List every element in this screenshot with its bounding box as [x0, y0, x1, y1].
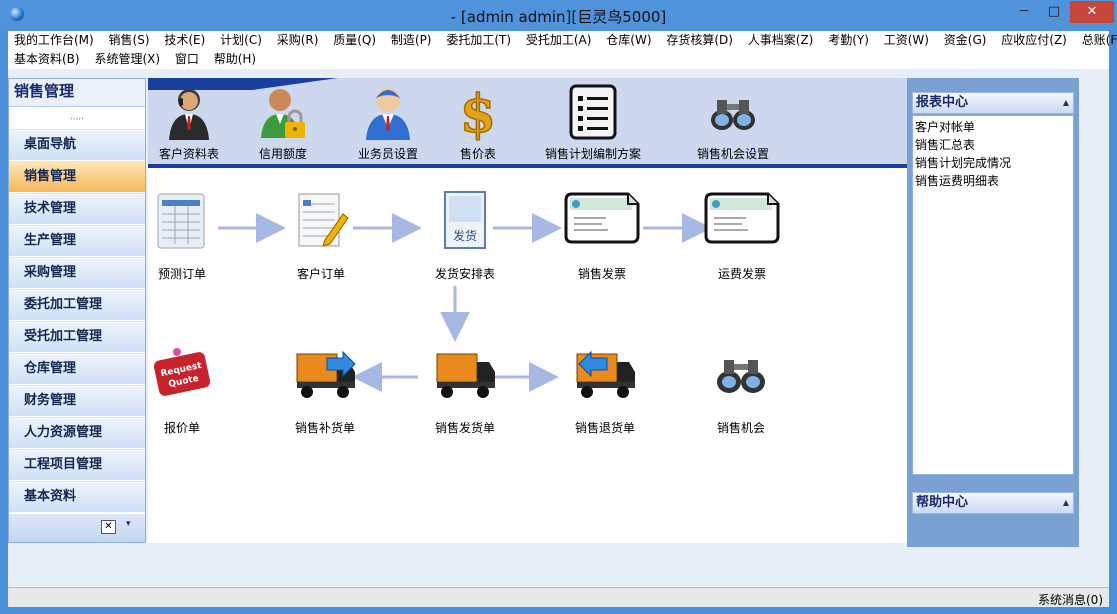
menu-general-ledger[interactable]: 总账(F)	[1082, 31, 1117, 50]
flow-shipping-schedule[interactable]: 发货 发货安排表	[420, 190, 510, 282]
sidebar-item-production[interactable]: 生产管理	[9, 225, 145, 257]
sidebar-item-sales[interactable]: 销售管理	[9, 161, 145, 193]
flow-forecast-order[interactable]: 预测订单	[137, 190, 227, 282]
flow-label: 销售发货单	[434, 421, 495, 435]
shipping-book-text: 发货	[453, 228, 477, 243]
sidebar: 销售管理 ʻʻʻʻʻ 桌面导航 销售管理 技术管理 生产管理 采购管理 委托加工…	[8, 78, 146, 543]
menu-purchase[interactable]: 采购(R)	[277, 31, 319, 50]
shipping-book-icon: 发货	[444, 191, 486, 249]
menu-row-1: 我的工作台(M) 销售(S) 技术(E) 计划(C) 采购(R) 质量(Q) 制…	[14, 31, 1117, 50]
invoice-icon	[564, 192, 640, 244]
flow-arrows	[218, 213, 712, 392]
flow-label: 发货安排表	[434, 267, 495, 281]
help-center-header[interactable]: 帮助中心 ▲	[912, 492, 1074, 514]
menu-basic-data[interactable]: 基本资料(B)	[14, 50, 80, 69]
sidebar-item-warehouse[interactable]: 仓库管理	[9, 353, 145, 385]
flow-label: 销售退货单	[574, 421, 635, 435]
flow-replenish-order[interactable]: 销售补货单	[280, 344, 370, 436]
menu-inventory-accounting[interactable]: 存货核算(D)	[666, 31, 733, 50]
menu-technology[interactable]: 技术(E)	[164, 31, 205, 50]
menu-receivables-payables[interactable]: 应收应付(Z)	[1001, 31, 1067, 50]
report-center-title: 报表中心	[916, 95, 969, 110]
menu-warehouse[interactable]: 仓库(W)	[606, 31, 651, 50]
title-bar: - [admin admin][巨灵鸟5000] ─ □ ✕	[0, 0, 1117, 31]
flow-delivery-order[interactable]: 销售发货单	[420, 344, 510, 436]
report-item-sales-summary[interactable]: 销售汇总表	[915, 136, 1073, 154]
sidebar-item-hr[interactable]: 人力资源管理	[9, 417, 145, 449]
report-item-customer-statement[interactable]: 客户对帐单	[915, 118, 1073, 136]
flow-label: 销售发票	[577, 267, 626, 281]
report-item-freight-detail[interactable]: 销售运费明细表	[915, 172, 1073, 190]
menu-row-2: 基本资料(B) 系统管理(X) 窗口 帮助(H)	[14, 50, 267, 69]
menu-quality[interactable]: 质量(Q)	[333, 31, 376, 50]
configure-icon[interactable]: ✕	[101, 520, 116, 534]
menu-funds[interactable]: 资金(G)	[944, 31, 987, 50]
menu-window[interactable]: 窗口	[175, 50, 199, 69]
sidebar-item-desktop-nav[interactable]: 桌面导航	[9, 129, 145, 161]
sidebar-item-purchase[interactable]: 采购管理	[9, 257, 145, 289]
sidebar-title: 销售管理	[9, 79, 145, 107]
flow-label: 销售补货单	[294, 421, 355, 435]
menu-workbench[interactable]: 我的工作台(M)	[14, 31, 94, 50]
menu-outsourcing[interactable]: 委托加工(T)	[446, 31, 511, 50]
menu-bar: 我的工作台(M) 销售(S) 技术(E) 计划(C) 采购(R) 质量(Q) 制…	[8, 31, 1117, 69]
sidebar-item-finance[interactable]: 财务管理	[9, 385, 145, 417]
menu-sales[interactable]: 销售(S)	[109, 31, 150, 50]
flow-sales-invoice[interactable]: 销售发票	[557, 190, 647, 282]
flow-label: 预测订单	[157, 267, 206, 281]
report-item-plan-completion[interactable]: 销售计划完成情况	[915, 154, 1073, 172]
binoculars-icon	[717, 360, 765, 393]
flow-label: 销售机会	[716, 421, 765, 435]
flow-customer-order[interactable]: 客户订单	[276, 190, 366, 282]
order-form-icon	[298, 193, 349, 247]
menu-personnel[interactable]: 人事档案(Z)	[748, 31, 814, 50]
replenish-truck-icon	[296, 350, 356, 398]
sidebar-footer: ✕ ▾	[9, 514, 145, 542]
chevron-down-icon[interactable]: ▾	[126, 519, 131, 529]
menu-contract-processing[interactable]: 受托加工(A)	[526, 31, 592, 50]
help-center-title: 帮助中心	[916, 495, 969, 510]
forecast-table-icon	[157, 193, 205, 249]
system-messages[interactable]: 系统消息(0)	[1038, 591, 1103, 608]
return-truck-icon	[576, 350, 635, 398]
report-center-header[interactable]: 报表中心 ▲	[912, 92, 1074, 114]
sidebar-item-projects[interactable]: 工程项目管理	[9, 449, 145, 481]
collapse-caret-icon[interactable]: ▲	[1063, 493, 1069, 513]
right-panel: 报表中心 ▲ 客户对帐单 销售汇总表 销售计划完成情况 销售运费明细表 帮助中心…	[907, 78, 1079, 547]
collapse-caret-icon[interactable]: ▲	[1063, 93, 1069, 113]
menu-payroll[interactable]: 工资(W)	[884, 31, 929, 50]
flow-sales-opportunity[interactable]: 销售机会	[696, 344, 786, 436]
menu-plan[interactable]: 计划(C)	[220, 31, 262, 50]
report-list: 客户对帐单 销售汇总表 销售计划完成情况 销售运费明细表	[912, 115, 1074, 475]
flow-freight-invoice[interactable]: 运费发票	[697, 190, 787, 282]
window-title: - [admin admin][巨灵鸟5000]	[450, 8, 667, 26]
menu-help[interactable]: 帮助(H)	[214, 50, 256, 69]
flow-quotation[interactable]: Request Quote 报价单	[137, 344, 227, 436]
menu-attendance[interactable]: 考勤(Y)	[828, 31, 869, 50]
menu-manufacture[interactable]: 制造(P)	[391, 31, 432, 50]
sidebar-item-basic-data[interactable]: 基本资料	[9, 481, 145, 513]
close-button[interactable]: ✕	[1070, 1, 1114, 23]
flow-return-order[interactable]: 销售退货单	[560, 344, 650, 436]
sidebar-item-contract-processing[interactable]: 受托加工管理	[9, 321, 145, 353]
delivery-truck-icon	[436, 353, 495, 398]
sidebar-item-outsourcing[interactable]: 委托加工管理	[9, 289, 145, 321]
request-quote-icon: Request Quote	[153, 348, 211, 396]
maximize-button[interactable]: □	[1040, 1, 1068, 23]
flow-label: 运费发票	[717, 267, 766, 281]
freight-invoice-icon	[704, 192, 780, 244]
status-bar: 系统消息(0)	[8, 587, 1109, 607]
minimize-button[interactable]: ─	[1010, 1, 1038, 23]
flow-label: 报价单	[163, 421, 200, 435]
sidebar-item-technology[interactable]: 技术管理	[9, 193, 145, 225]
main-panel: 客户资料表 信用额度 业务员设置 $ 售价表 销售计划编制方案 销售机会设置 预…	[148, 78, 907, 543]
flow-label: 客户订单	[296, 267, 345, 281]
menu-system[interactable]: 系统管理(X)	[94, 50, 160, 69]
sidebar-splitter-grip[interactable]: ʻʻʻʻʻ	[9, 117, 145, 129]
